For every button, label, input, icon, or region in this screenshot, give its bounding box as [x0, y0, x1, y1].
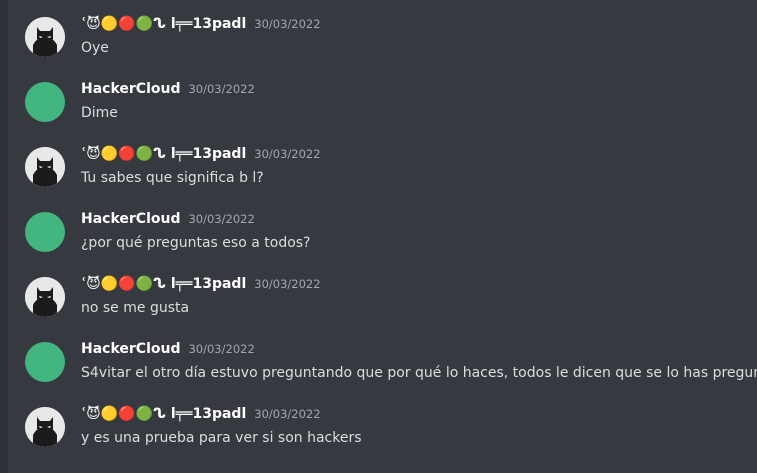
message-text: y es una prueba para ver si son hackers: [81, 430, 362, 446]
green-avatar[interactable]: [25, 342, 65, 382]
message-text: Dime: [81, 105, 118, 121]
green-avatar[interactable]: [25, 212, 65, 252]
message-text: Oye: [81, 40, 109, 56]
green-avatar[interactable]: [25, 82, 65, 122]
username[interactable]: ʿ😈🟡🔴🟢ᔐ l╤═13padl: [81, 16, 246, 32]
message-item: HackerCloud 30/03/2022 Dime: [0, 65, 757, 122]
message-header: ʿ😈🟡🔴🟢ᔐ l╤═13padl 30/03/2022: [81, 146, 321, 162]
username[interactable]: ʿ😈🟡🔴🟢ᔐ l╤═13padl: [81, 406, 246, 422]
batman-avatar[interactable]: [25, 17, 65, 57]
username[interactable]: ʿ😈🟡🔴🟢ᔐ l╤═13padl: [81, 146, 246, 162]
username[interactable]: HackerCloud: [81, 81, 180, 97]
message-header: ʿ😈🟡🔴🟢ᔐ l╤═13padl 30/03/2022: [81, 276, 321, 292]
batman-icon: [25, 277, 65, 317]
batman-avatar[interactable]: [25, 147, 65, 187]
username[interactable]: HackerCloud: [81, 341, 180, 357]
timestamp: 30/03/2022: [188, 342, 255, 356]
message-item: ʿ😈🟡🔴🟢ᔐ l╤═13padl 30/03/2022 no se me gus…: [0, 260, 757, 317]
message-item: HackerCloud 30/03/2022 ¿por qué pregunta…: [0, 195, 757, 252]
batman-avatar[interactable]: [25, 277, 65, 317]
message-text: ¿por qué preguntas eso a todos?: [81, 235, 311, 251]
username[interactable]: HackerCloud: [81, 211, 180, 227]
timestamp: 30/03/2022: [254, 277, 321, 291]
timestamp: 30/03/2022: [188, 212, 255, 226]
message-item: ʿ😈🟡🔴🟢ᔐ l╤═13padl 30/03/2022 y es una pru…: [0, 390, 757, 447]
message-text: no se me gusta: [81, 300, 190, 316]
batman-avatar[interactable]: [25, 407, 65, 447]
message-item: ʿ😈🟡🔴🟢ᔐ l╤═13padl 30/03/2022 Oye: [0, 0, 757, 57]
timestamp: 30/03/2022: [254, 407, 321, 421]
message-item: ʿ😈🟡🔴🟢ᔐ l╤═13padl 30/03/2022 Tu sabes que…: [0, 130, 757, 187]
timestamp: 30/03/2022: [254, 17, 321, 31]
message-header: HackerCloud 30/03/2022: [81, 81, 255, 97]
timestamp: 30/03/2022: [254, 147, 321, 161]
message-header: ʿ😈🟡🔴🟢ᔐ l╤═13padl 30/03/2022: [81, 16, 321, 32]
batman-icon: [25, 407, 65, 447]
message-item: HackerCloud 30/03/2022 S4vitar el otro d…: [0, 325, 757, 382]
message-header: ʿ😈🟡🔴🟢ᔐ l╤═13padl 30/03/2022: [81, 406, 321, 422]
message-text: S4vitar el otro día estuvo preguntando q…: [81, 365, 757, 381]
username[interactable]: ʿ😈🟡🔴🟢ᔐ l╤═13padl: [81, 276, 246, 292]
batman-icon: [25, 17, 65, 57]
message-header: HackerCloud 30/03/2022: [81, 211, 255, 227]
message-header: HackerCloud 30/03/2022: [81, 341, 255, 357]
timestamp: 30/03/2022: [188, 82, 255, 96]
batman-icon: [25, 147, 65, 187]
message-text: Tu sabes que significa b l?: [81, 170, 264, 186]
